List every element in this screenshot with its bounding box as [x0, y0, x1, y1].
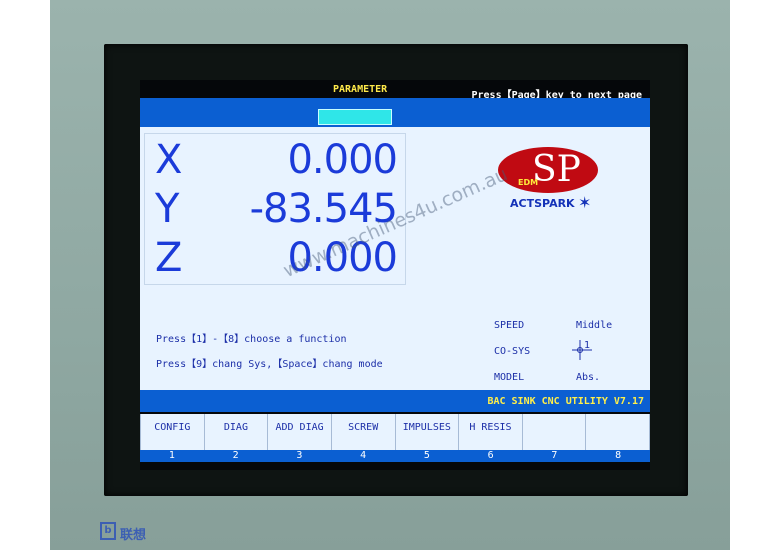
- softkey-label: IMPULSES: [402, 422, 451, 433]
- brand-name: ACTSPARK: [510, 197, 575, 210]
- status-label-model: MODEL: [494, 372, 525, 383]
- axis-value: 0.000: [287, 137, 398, 183]
- softkey-number: 1: [168, 450, 175, 461]
- top-bar: PARAMETER Press【Page】key to next page: [140, 80, 650, 101]
- softkey-label: ADD DIAG: [275, 422, 324, 433]
- status-value-cosys: 1: [584, 340, 591, 351]
- coordinate-display: X 0.000 Y -83.545 Z 0.000: [144, 133, 406, 285]
- status-label-cosys: CO-SYS: [494, 346, 531, 357]
- softkey-number: 7: [551, 450, 558, 461]
- maker-logo-icon: b: [100, 522, 116, 540]
- softkey-label: H RESIS: [469, 422, 512, 433]
- help-line-2: Press【9】chang Sys,【Space】chang mode: [156, 359, 383, 370]
- content-panel: X 0.000 Y -83.545 Z 0.000 SP EDM ACTSPAR…: [140, 127, 650, 410]
- softkey-number: 3: [296, 450, 303, 461]
- softkey-7[interactable]: [523, 414, 587, 450]
- softkey-bar: CONFIG DIAG ADD DIAG SCREW IMPULSES H RE…: [140, 414, 650, 450]
- softkey-number: 2: [232, 450, 239, 461]
- softkey-impulses[interactable]: IMPULSES: [396, 414, 460, 450]
- softkey-8[interactable]: [586, 414, 650, 450]
- softkey-numbers: 1 2 3 4 5 6 7 8: [140, 450, 650, 462]
- command-input[interactable]: [318, 109, 392, 125]
- softkey-number: 6: [487, 450, 494, 461]
- softkey-h-resis[interactable]: H RESIS: [459, 414, 523, 450]
- softkey-number: 8: [615, 450, 622, 461]
- coord-row-x: X 0.000: [145, 136, 405, 184]
- sp-logo-mark: SP: [532, 149, 581, 190]
- status-value-speed: Middle: [576, 320, 613, 331]
- edm-label: EDM: [518, 178, 539, 187]
- softkey-screw[interactable]: SCREW: [332, 414, 396, 450]
- actspark-logo: SP EDM ACTSPARK ✶: [498, 147, 602, 219]
- softkey-config[interactable]: CONFIG: [140, 414, 205, 450]
- software-version: BAC SINK CNC UTILITY V7.17: [487, 396, 644, 407]
- status-label-speed: SPEED: [494, 320, 525, 331]
- axis-label: X: [155, 137, 183, 183]
- maker-name: 联想: [120, 528, 147, 543]
- softkey-number: 5: [423, 450, 430, 461]
- softkey-label: DIAG: [223, 422, 248, 433]
- version-bar: BAC SINK CNC UTILITY V7.17: [140, 390, 650, 412]
- help-line-1: Press【1】-【8】choose a function: [156, 334, 347, 345]
- coordinate-axis-icon: [572, 340, 592, 360]
- softkey-label: CONFIG: [154, 422, 191, 433]
- softkey-diag[interactable]: DIAG: [205, 414, 269, 450]
- softkey-number: 4: [360, 450, 367, 461]
- status-value-model: Abs.: [576, 372, 601, 383]
- axis-label: Y: [155, 186, 180, 232]
- cnc-screen: PARAMETER Press【Page】key to next page X …: [140, 80, 650, 470]
- screen-title: PARAMETER: [333, 84, 388, 95]
- spark-star-icon: ✶: [578, 193, 592, 212]
- softkey-add-diag[interactable]: ADD DIAG: [268, 414, 332, 450]
- softkey-label: SCREW: [348, 422, 379, 433]
- axis-label: Z: [155, 235, 183, 281]
